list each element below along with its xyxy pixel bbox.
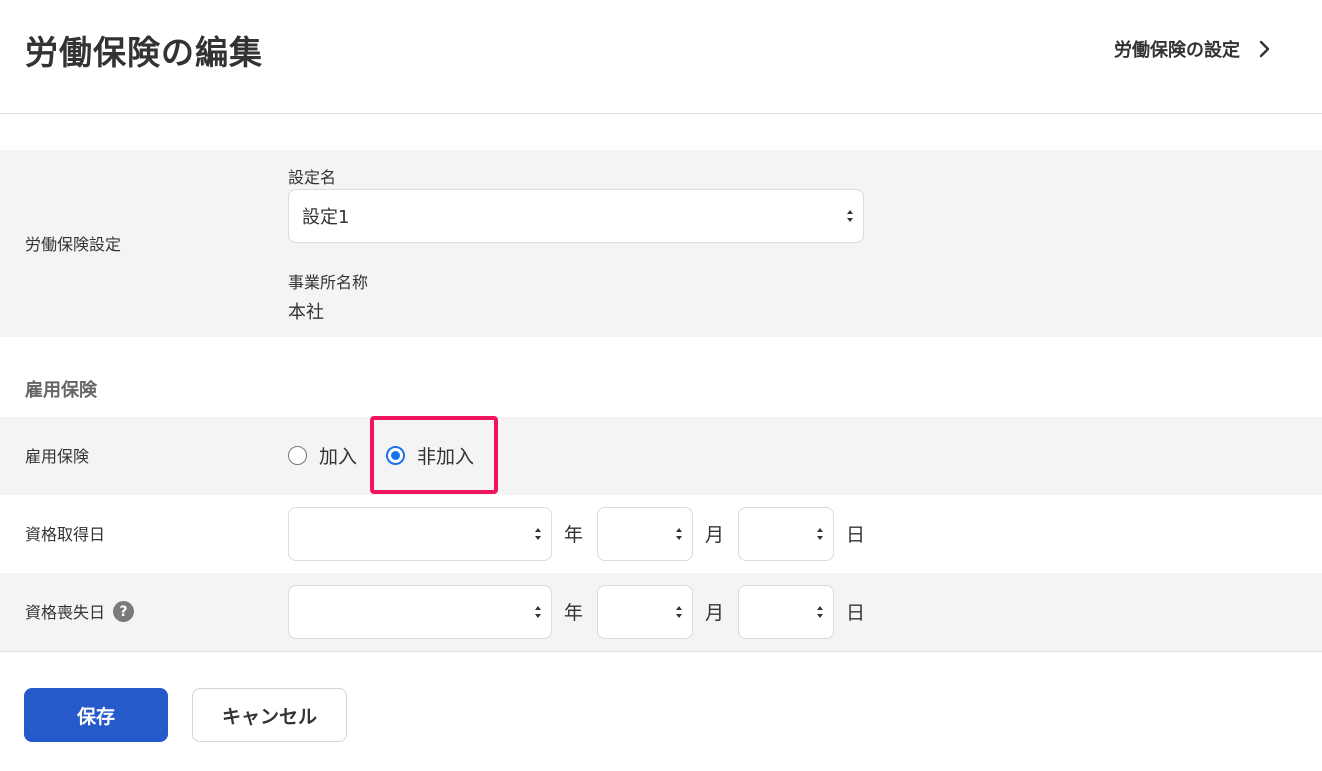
- labor-insurance-setting-row: [0, 150, 1322, 337]
- loss-month-unit: 月: [705, 602, 725, 624]
- highlight-box: [370, 416, 498, 494]
- select-arrows-icon: [676, 528, 682, 540]
- setting-name-select[interactable]: 設定1: [288, 189, 864, 243]
- chevron-right-icon: [1259, 40, 1270, 58]
- acquisition-year-select[interactable]: [288, 507, 552, 561]
- acquisition-year-unit: 年: [564, 524, 584, 546]
- save-button[interactable]: 保存: [24, 688, 168, 742]
- page-header: 労働保険の編集 労働保険の設定: [0, 0, 1322, 114]
- setting-name-value: 設定1: [302, 207, 350, 228]
- labor-insurance-setting-label: 労働保険設定: [25, 235, 122, 254]
- select-arrows-icon: [676, 606, 682, 618]
- office-name-value: 本社: [288, 302, 324, 323]
- help-icon[interactable]: ?: [113, 601, 135, 622]
- acquisition-month-unit: 月: [705, 524, 725, 546]
- loss-date-label: 資格喪失日: [25, 603, 106, 622]
- acquisition-month-select[interactable]: [597, 507, 693, 561]
- loss-date-label-wrap: 資格喪失日?: [25, 599, 135, 624]
- labor-insurance-settings-link[interactable]: 労働保険の設定: [1114, 36, 1274, 62]
- divider: [0, 651, 1322, 652]
- setting-name-label: 設定名: [288, 168, 337, 187]
- acquisition-day-select[interactable]: [738, 507, 834, 561]
- select-arrows-icon: [817, 606, 823, 618]
- page-title: 労働保険の編集: [25, 33, 263, 72]
- loss-month-select[interactable]: [597, 585, 693, 639]
- loss-year-select[interactable]: [288, 585, 552, 639]
- loss-year-unit: 年: [564, 602, 584, 624]
- settings-link-label: 労働保険の設定: [1114, 40, 1240, 61]
- employment-insurance-label: 雇用保険: [25, 447, 90, 466]
- radio-enrolled[interactable]: 加入: [288, 442, 357, 469]
- select-arrows-icon: [535, 606, 541, 618]
- office-name-label: 事業所名称: [288, 273, 369, 292]
- select-arrows-icon: [847, 210, 853, 222]
- radio-enrolled-circle[interactable]: [288, 446, 307, 465]
- acquisition-day-unit: 日: [846, 524, 866, 546]
- loss-day-unit: 日: [846, 602, 866, 624]
- acquisition-date-label: 資格取得日: [25, 525, 106, 544]
- radio-enrolled-label: 加入: [319, 446, 358, 468]
- employment-insurance-row: [0, 417, 1322, 495]
- loss-day-select[interactable]: [738, 585, 834, 639]
- cancel-button[interactable]: キャンセル: [192, 688, 347, 742]
- select-arrows-icon: [817, 528, 823, 540]
- employment-insurance-heading: 雇用保険: [25, 380, 97, 401]
- select-arrows-icon: [535, 528, 541, 540]
